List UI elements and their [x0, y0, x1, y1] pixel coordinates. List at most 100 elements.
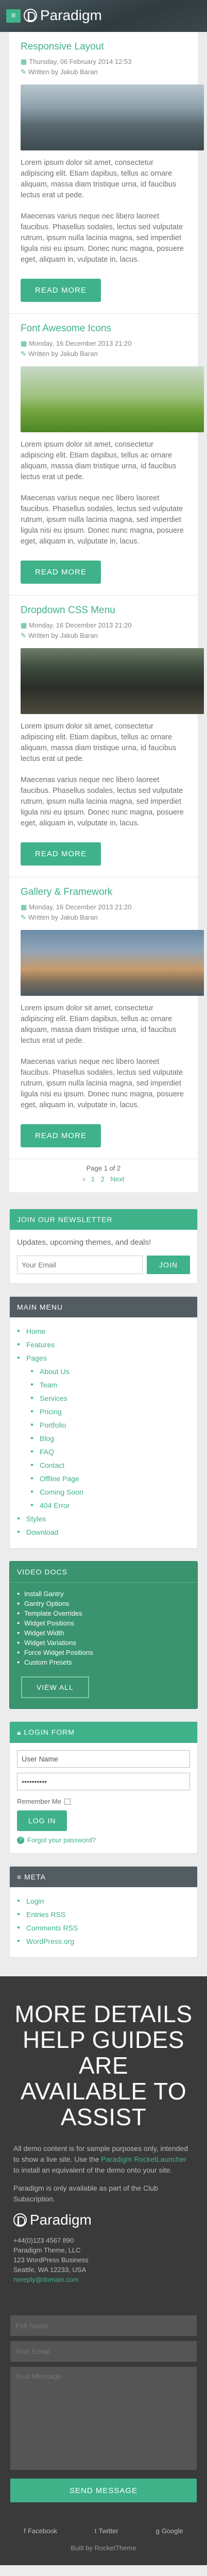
menu-item[interactable]: Features [17, 1338, 190, 1351]
read-more-button[interactable]: READ MORE [21, 561, 101, 584]
page-link-1[interactable]: 1 [91, 1175, 95, 1183]
post-author-text: Written by Jakub Baran [28, 632, 98, 639]
post-image[interactable] [21, 648, 204, 714]
menu-item-pages[interactable]: Pages [17, 1351, 190, 1365]
video-doc-item[interactable]: Custom Presets [17, 1657, 190, 1667]
video-doc-item[interactable]: Template Overrides [17, 1608, 190, 1618]
post-title[interactable]: Dropdown CSS Menu [21, 605, 186, 616]
menu-item[interactable]: Download [17, 1526, 190, 1539]
menu-item[interactable]: Home [17, 1325, 190, 1338]
post-image[interactable] [21, 84, 204, 150]
blog-post: Responsive Layout ▦ Thursday, 06 February … [9, 32, 204, 314]
post-title[interactable]: Gallery & Framework [21, 887, 186, 898]
contact-form: SEND MESSAGE [0, 2300, 207, 2518]
submenu-item[interactable]: Pricing [17, 1405, 190, 1418]
forgot-password-link[interactable]: ? Forgot your password? [17, 1836, 190, 1844]
google-label: Google [161, 2527, 183, 2535]
site-logo[interactable]: Paradigm [24, 7, 102, 24]
calendar-icon: ▦ [21, 621, 27, 629]
video-docs-title: VIDEO DOCS [10, 1562, 197, 1583]
read-more-button[interactable]: READ MORE [21, 842, 101, 866]
logo-icon [24, 9, 37, 22]
page-link-2[interactable]: 2 [101, 1175, 105, 1183]
full-name-input[interactable] [10, 2315, 197, 2336]
post-date-text: Thursday, 06 February 2014 12:53 [29, 58, 132, 65]
post-image[interactable] [21, 366, 204, 432]
footer-logo[interactable]: Paradigm [13, 2212, 194, 2228]
meta-item[interactable]: Entries RSS [17, 1908, 190, 1921]
meta-item[interactable]: Login [17, 1894, 190, 1908]
pencil-icon: ✎ [21, 350, 26, 358]
newsletter-email-input[interactable] [17, 1256, 143, 1274]
meta-title-text: META [24, 1873, 46, 1881]
post-date: ▦ Monday, 16 December 2013 21:20 [21, 902, 186, 912]
social-links: f Facebook t Twitter g Google [0, 2518, 207, 2541]
video-doc-item[interactable]: Widget Positions [17, 1618, 190, 1628]
newsletter-widget: JOIN OUR NEWSLETTER Updates, upcoming th… [9, 1209, 198, 1284]
menu-toggle-button[interactable]: ≡ [6, 9, 21, 23]
video-doc-item[interactable]: Widget Width [17, 1628, 190, 1638]
twitter-link[interactable]: t Twitter [95, 2527, 118, 2535]
logo-icon [13, 2213, 27, 2227]
submenu-item[interactable]: About Us [17, 1365, 190, 1378]
video-doc-item[interactable]: Gantry Options [17, 1599, 190, 1608]
forgot-password-text: Forgot your password? [27, 1836, 96, 1844]
password-input[interactable] [17, 1773, 190, 1790]
google-link[interactable]: g Google [156, 2527, 183, 2535]
post-image[interactable] [21, 930, 204, 996]
email-link[interactable]: noreply@domain.com [13, 2275, 194, 2284]
send-message-button[interactable]: SEND MESSAGE [10, 2479, 197, 2502]
meta-list: LoginEntries RSSComments RSSWordPress.or… [17, 1894, 190, 1948]
blog-post: Font Awesome Icons ▦ Monday, 16 December 2… [9, 314, 204, 596]
view-all-button[interactable]: VIEW ALL [21, 1676, 89, 1698]
main-menu-title: MAIN MENU [10, 1297, 197, 1317]
submenu-item[interactable]: Contact [17, 1459, 190, 1472]
video-doc-item[interactable]: Install Gantry [17, 1589, 190, 1599]
remember-me[interactable]: Remember Me [17, 1798, 190, 1805]
submenu-item[interactable]: FAQ [17, 1445, 190, 1459]
prev-arrow-icon[interactable]: ‹ [83, 1175, 85, 1183]
post-excerpt: Lorem ipsum dolor sit amet, consectetur … [21, 722, 177, 763]
login-widget: 🔒︎ LOGIN FORM Remember Me LOG IN ? Forgo… [9, 1721, 198, 1854]
remember-label: Remember Me [17, 1798, 61, 1805]
video-doc-item[interactable]: Force Widget Positions [17, 1648, 190, 1657]
meta-item[interactable]: WordPress.org [17, 1935, 190, 1948]
menu-item[interactable]: Styles [17, 1512, 190, 1526]
site-header: ≡ Paradigm [0, 0, 207, 32]
login-button[interactable]: LOG IN [17, 1810, 67, 1831]
blog-post: Gallery & Framework ▦ Monday, 16 December … [9, 877, 204, 1159]
submenu-item[interactable]: 404 Error [17, 1499, 190, 1512]
login-title-text: LOGIN FORM [24, 1728, 75, 1736]
next-link[interactable]: Next [110, 1175, 124, 1183]
pencil-icon: ✎ [21, 68, 26, 76]
city: Seattle, WA 12233, USA [13, 2266, 87, 2274]
submenu-item[interactable]: Portfolio [17, 1418, 190, 1432]
address: 123 WordPress Business [13, 2256, 89, 2264]
post-title[interactable]: Font Awesome Icons [21, 323, 186, 334]
post-author: ✎ Written by Jakub Baran [21, 631, 186, 641]
post-date: ▦ Thursday, 06 February 2014 12:53 [21, 57, 186, 67]
join-button[interactable]: JOIN [147, 1256, 190, 1274]
message-textarea[interactable] [10, 2367, 197, 2470]
meta-item[interactable]: Comments RSS [17, 1921, 190, 1935]
submenu-item[interactable]: Blog [17, 1432, 190, 1445]
cta-text-1: All demo content is for sample purposes … [13, 2143, 194, 2176]
newsletter-text: Updates, upcoming themes, and deals! [17, 1238, 151, 1247]
rocketlauncher-link[interactable]: Paradigm RocketLauncher [101, 2155, 186, 2163]
read-more-button[interactable]: READ MORE [21, 279, 101, 302]
username-input[interactable] [17, 1750, 190, 1768]
post-author-text: Written by Jakub Baran [28, 350, 98, 358]
submenu-item[interactable]: Team [17, 1378, 190, 1392]
blog-post: Dropdown CSS Menu ▦ Monday, 16 December 20… [9, 596, 204, 877]
email-input[interactable] [10, 2341, 197, 2362]
submenu-item[interactable]: Offline Page [17, 1472, 190, 1485]
remember-checkbox[interactable] [64, 1798, 71, 1805]
submenu-item[interactable]: Services [17, 1392, 190, 1405]
pencil-icon: ✎ [21, 632, 26, 639]
post-title[interactable]: Responsive Layout [21, 41, 186, 53]
submenu-item[interactable]: Coming Soon [17, 1485, 190, 1499]
read-more-button[interactable]: READ MORE [21, 1124, 101, 1147]
video-doc-item[interactable]: Widget Variations [17, 1638, 190, 1648]
facebook-link[interactable]: f Facebook [24, 2527, 57, 2535]
menu-lines-icon: ≡ [17, 1873, 22, 1881]
